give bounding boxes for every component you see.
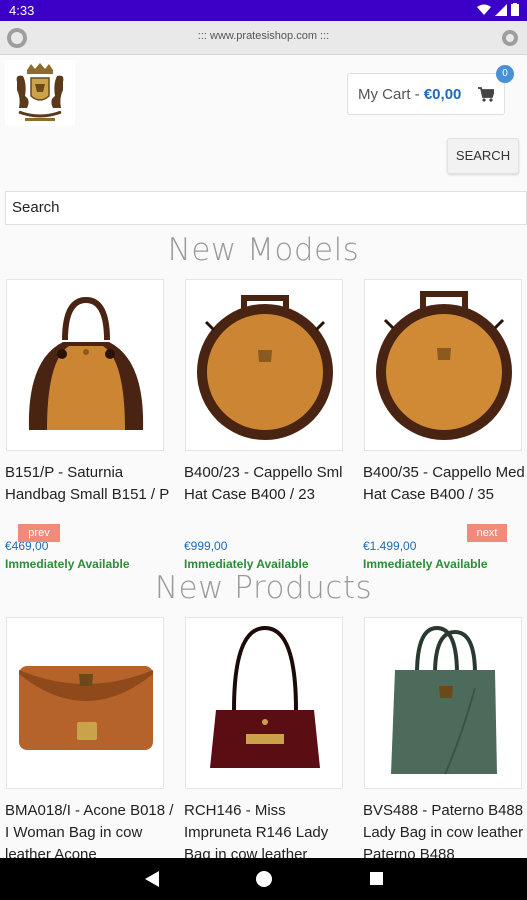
product-price: €999,00 — [184, 539, 228, 553]
product-price: €1.499,00 — [363, 539, 417, 553]
battery-icon — [511, 3, 519, 16]
url-label: ::: www.pratesishop.com ::: — [197, 30, 330, 42]
product-image[interactable] — [185, 617, 343, 789]
status-bar: 4:33 — [0, 0, 527, 21]
availability-label: Immediately Available — [184, 557, 309, 571]
cart-amount: €0,00 — [423, 86, 462, 103]
system-nav-bar — [0, 858, 527, 900]
shopping-cart-icon — [478, 87, 494, 102]
back-icon[interactable] — [145, 871, 159, 887]
status-time: 4:33 — [9, 3, 35, 18]
status-icons — [477, 3, 519, 16]
search-input[interactable]: Search — [5, 191, 527, 225]
product-title[interactable]: BVS488 - Paterno B488 Lady Bag in cow le… — [363, 800, 527, 866]
carousel-prev-button[interactable]: prev — [18, 524, 60, 542]
product-image[interactable] — [185, 279, 343, 451]
wifi-icon — [477, 4, 491, 15]
product-title[interactable]: B151/P - Saturnia Handbag Small B151 / P — [5, 462, 175, 506]
settings-icon[interactable] — [500, 28, 520, 48]
product-image[interactable] — [6, 279, 164, 451]
product-image[interactable] — [364, 617, 522, 789]
search-button[interactable]: SEARCH — [447, 138, 519, 174]
availability-label: Immediately Available — [5, 557, 130, 571]
browser-bar: ::: www.pratesishop.com ::: — [0, 21, 527, 55]
carousel-next-button[interactable]: next — [467, 524, 507, 542]
recent-apps-icon[interactable] — [370, 872, 383, 885]
new-products-title: New Products — [154, 570, 373, 606]
cart-label: My Cart - €0,00 — [358, 86, 462, 103]
product-image[interactable] — [364, 279, 522, 451]
home-icon[interactable] — [256, 871, 272, 887]
product-title[interactable]: BMA018/I - Acone B018 / I Woman Bag in c… — [5, 800, 175, 866]
product-title[interactable]: RCH146 - Miss Impruneta R146 Lady Bag in… — [184, 800, 354, 866]
cart-button[interactable]: My Cart - €0,00 — [347, 73, 505, 115]
product-title[interactable]: B400/35 - Cappello Med Hat Case B400 / 3… — [363, 462, 527, 506]
shop-logo[interactable] — [5, 60, 75, 126]
cart-count-badge: 0 — [496, 65, 514, 83]
signal-icon — [495, 3, 507, 16]
product-title[interactable]: B400/23 - Cappello Sml Hat Case B400 / 2… — [184, 462, 354, 506]
availability-label: Immediately Available — [363, 557, 488, 571]
new-models-title: New Models — [167, 232, 360, 268]
product-image[interactable] — [6, 617, 164, 789]
